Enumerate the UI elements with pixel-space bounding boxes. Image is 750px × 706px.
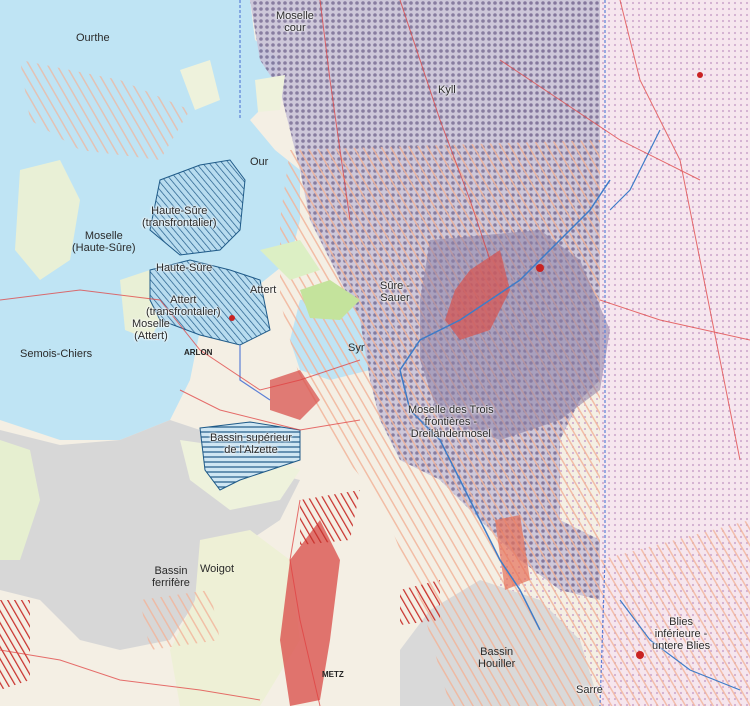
label-attert: Attert (250, 284, 277, 296)
label-haute-sure: Haute-Sûre (156, 262, 213, 274)
road-marker (697, 72, 703, 78)
label-moselle-haute-sure: Moselle (Haute-Sûre) (72, 230, 136, 254)
label-sarre: Sarre (576, 684, 603, 696)
label-moselle-attert: Moselle (Attert) (132, 318, 170, 342)
label-ourthe: Ourthe (76, 32, 110, 44)
road-marker (229, 315, 235, 321)
label-woigot: Woigot (200, 563, 235, 575)
red-hatch (0, 600, 30, 690)
hatch-orange-region (140, 590, 220, 650)
label-sure-sauer: Sûre - Sauer (380, 280, 410, 304)
label-kyll: Kyll (438, 84, 456, 96)
label-bassin-houiller: Bassin Houiller (478, 646, 516, 670)
road-marker (636, 651, 644, 659)
town-arlon: ARLON (184, 348, 213, 357)
forest-patch (255, 75, 285, 112)
road-marker (536, 264, 544, 272)
label-semois-chiers: Semois-Chiers (20, 348, 93, 360)
label-syr: Syr (348, 342, 365, 354)
label-blies: Blies inférieure - untere Blies (652, 616, 711, 652)
label-haute-sure-transfrontalier: Haute-Sûre (transfrontalier) (142, 205, 217, 229)
map-canvas[interactable] (0, 0, 750, 706)
label-attert-transfrontalier: Attert (transfrontalier) (146, 294, 221, 318)
label-our: Our (250, 156, 269, 168)
label-moselle-cour: Moselle cour (276, 10, 314, 34)
map-view[interactable]: Ourthe Moselle cour Kyll Our Haute-Sûre … (0, 0, 750, 706)
label-bassin-alzette: Bassin supérieur de l'Alzette (210, 432, 292, 456)
town-metz: METZ (322, 670, 344, 679)
label-moselle-trois-frontieres: Moselle des Trois frontières - Dreilände… (408, 404, 494, 440)
label-bassin-ferrifere: Bassin ferrifère (152, 565, 190, 589)
